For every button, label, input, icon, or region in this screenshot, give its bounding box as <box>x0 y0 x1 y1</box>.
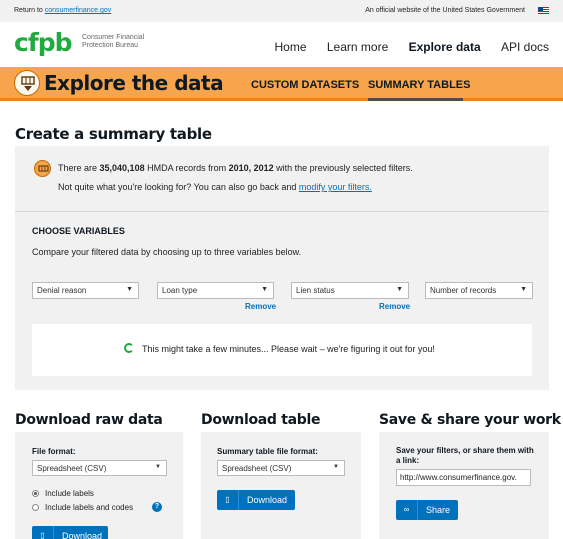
summary-format-label: Summary table file format: <box>217 447 318 456</box>
share-panel: Save your filters, or share them with a … <box>379 432 549 539</box>
chevron-down-icon: ▼ <box>126 286 133 293</box>
download-raw-button[interactable]: ▯ Download <box>32 526 108 539</box>
tab-summary-tables[interactable]: SUMMARY TABLES <box>368 79 470 91</box>
download-raw-heading: Download raw data <box>15 412 163 428</box>
variable-select-3-value: Lien status <box>296 286 335 295</box>
download-table-panel: Summary table file format: Spreadsheet (… <box>201 432 361 539</box>
loading-message: This might take a few minutes... Please … <box>142 344 435 354</box>
variable-select-1-value: Denial reason <box>37 286 87 295</box>
chevron-down-icon: ▼ <box>396 286 403 293</box>
table-file-format-value: Spreadsheet (CSV) <box>222 464 292 473</box>
records-prefix: There are <box>58 163 100 173</box>
modify-filters-link[interactable]: modify your filters. <box>299 182 372 192</box>
table-file-format-select[interactable]: Spreadsheet (CSV) ▼ <box>217 460 345 476</box>
nav-api-docs[interactable]: API docs <box>501 40 549 54</box>
remove-variable-3-button[interactable]: Remove <box>379 302 410 311</box>
file-format-label: File format: <box>32 447 76 456</box>
nav-explore-data[interactable]: Explore data <box>409 40 481 54</box>
chevron-down-icon: ▼ <box>261 286 268 293</box>
gov-notice: An official website of the United States… <box>365 7 525 14</box>
nav-home[interactable]: Home <box>275 40 307 54</box>
share-url-field[interactable]: http://www.consumerfinance.gov. <box>396 469 531 486</box>
include-labels-label: Include labels <box>45 489 94 498</box>
chevron-down-icon: ▼ <box>155 464 161 470</box>
tab-custom-datasets[interactable]: CUSTOM DATASETS <box>251 79 359 91</box>
top-strip: Return to consumerfinance.gov An officia… <box>0 0 563 22</box>
radio-unselected-icon[interactable] <box>32 504 39 511</box>
records-middle: HMDA records from <box>144 163 229 173</box>
logo-subtitle: Consumer Financial Protection Bureau <box>82 34 145 49</box>
include-labels-option[interactable]: Include labels <box>32 489 94 498</box>
radio-selected-icon[interactable] <box>32 490 39 497</box>
active-tab-indicator <box>368 98 463 101</box>
variable-select-1[interactable]: Denial reason ▼ <box>32 282 139 299</box>
modify-filters-note: Not quite what you're looking for? You c… <box>58 182 372 192</box>
chevron-down-icon: ▼ <box>520 286 527 293</box>
loading-spinner-icon <box>124 343 134 353</box>
download-table-heading: Download table <box>201 412 321 428</box>
variable-select-4[interactable]: Number of records ▼ <box>425 282 533 299</box>
cfpb-logo[interactable]: cfpb <box>14 28 72 57</box>
help-icon[interactable]: ? <box>152 502 162 512</box>
chevron-down-icon: ▼ <box>333 464 339 470</box>
variable-select-2-value: Loan type <box>162 286 198 295</box>
share-button-label: Share <box>426 505 451 515</box>
download-raw-panel: File format: Spreadsheet (CSV) ▼ Include … <box>15 432 183 539</box>
variable-select-4-value: Number of records <box>430 286 497 295</box>
records-suffix: with the previously selected filters. <box>273 163 413 173</box>
loading-message-box: This might take a few minutes... Please … <box>32 324 532 376</box>
remove-variable-2-button[interactable]: Remove <box>245 302 276 311</box>
return-prefix: Return to <box>14 7 45 14</box>
nav-learn-more[interactable]: Learn more <box>327 40 388 54</box>
link-icon: ∞ <box>396 500 418 520</box>
raw-file-format-value: Spreadsheet (CSV) <box>37 464 107 473</box>
share-heading: Save & share your work <box>379 412 561 428</box>
database-icon <box>14 70 40 96</box>
records-count: 35,040,108 <box>99 163 145 173</box>
download-table-button-label: Download <box>247 495 288 505</box>
explore-banner: Explore the data CUSTOM DATASETS SUMMARY… <box>0 67 563 101</box>
records-icon <box>34 160 51 177</box>
share-button[interactable]: ∞ Share <box>396 500 458 520</box>
records-years: 2010, 2012 <box>228 163 274 173</box>
choose-variables-description: Compare your filtered data by choosing u… <box>32 247 302 257</box>
include-labels-codes-label: Include labels and codes <box>45 503 134 512</box>
return-link[interactable]: consumerfinance.gov <box>45 7 112 14</box>
raw-file-format-select[interactable]: Spreadsheet (CSV) ▼ <box>32 460 167 476</box>
summary-panel: There are 35,040,108 HMDA records from 2… <box>15 146 549 390</box>
site-header: cfpb Consumer Financial Protection Burea… <box>0 22 563 67</box>
modify-filters-text: Not quite what you're looking for? You c… <box>58 182 299 192</box>
download-raw-button-label: Download <box>62 531 103 539</box>
include-labels-codes-option[interactable]: Include labels and codes <box>32 503 133 512</box>
choose-variables-heading: CHOOSE VARIABLES <box>32 226 125 236</box>
main-nav: Home Learn more Explore data API docs <box>258 40 549 54</box>
file-icon: ▯ <box>217 490 239 510</box>
us-flag-icon <box>538 7 549 14</box>
variable-select-3[interactable]: Lien status ▼ <box>291 282 409 299</box>
variable-select-2[interactable]: Loan type ▼ <box>157 282 274 299</box>
return-notice: Return to consumerfinance.gov <box>14 7 111 14</box>
share-label: Save your filters, or share them with a … <box>396 446 534 465</box>
records-summary: There are 35,040,108 HMDA records from 2… <box>58 163 413 173</box>
banner-title: Explore the data <box>44 71 224 95</box>
divider <box>15 211 549 212</box>
file-icon: ▯ <box>32 526 54 539</box>
page-title: Create a summary table <box>15 125 212 143</box>
download-table-button[interactable]: ▯ Download <box>217 490 295 510</box>
